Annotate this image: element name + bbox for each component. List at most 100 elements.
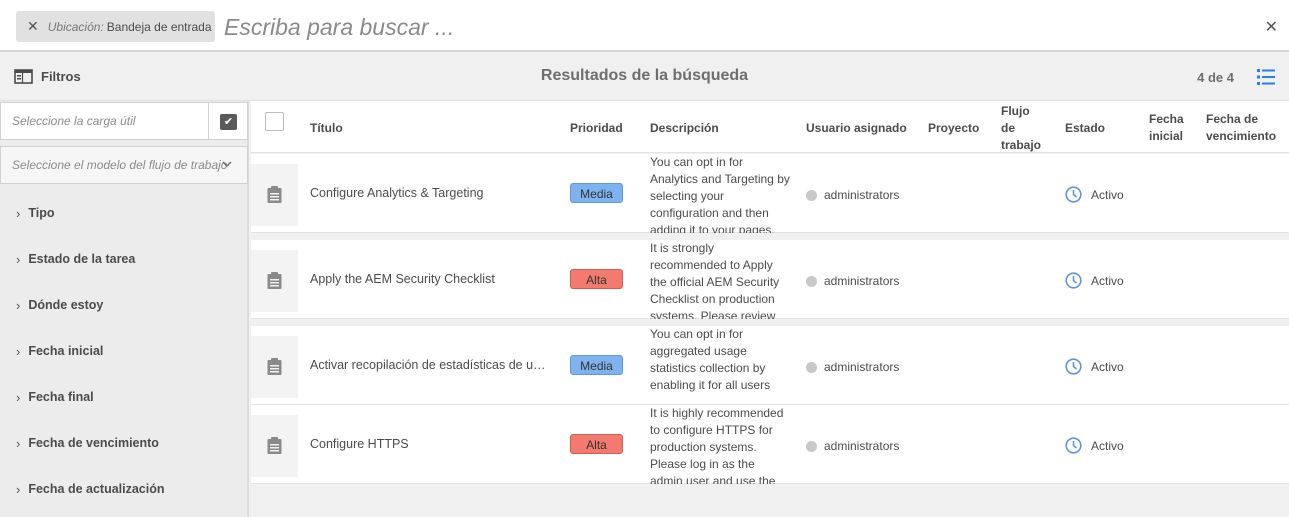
assignee-name: administrators	[824, 360, 900, 374]
chevron-down-icon	[222, 161, 232, 168]
check-icon: ✔	[223, 116, 234, 128]
filter-fecha-inicial[interactable]: › Fecha inicial	[0, 328, 248, 374]
location-value: Bandeja de entrada	[106, 19, 212, 34]
clock-icon	[1065, 186, 1082, 203]
filters-sidebar: ✔ Seleccione el modelo del flujo de trab…	[0, 101, 249, 517]
clock-icon	[1065, 437, 1082, 454]
user-avatar-icon	[806, 189, 817, 201]
filter-fecha-final[interactable]: › Fecha final	[0, 374, 248, 420]
column-header-assignee[interactable]: Usuario asignado	[806, 120, 907, 137]
assignee-name: administrators	[824, 439, 900, 453]
results-count: 4 de 4	[1197, 70, 1234, 85]
table-row[interactable]: Activar recopilación de estadísticas de …	[251, 326, 1289, 405]
column-header-due-date[interactable]: Fecha de vencimiento	[1206, 111, 1276, 145]
filter-tipo[interactable]: › Tipo	[0, 190, 248, 236]
filter-label: Tipo	[28, 206, 55, 220]
clipboard-icon	[267, 186, 282, 203]
workflow-model-placeholder: Seleccione el modelo del flujo de trabaj…	[12, 158, 228, 172]
task-description: You can opt in for Analytics and Targeti…	[650, 155, 790, 233]
column-header-workflow-line: de	[1001, 121, 1016, 135]
priority-badge: Alta	[570, 434, 623, 454]
column-header-due-line: Fecha de	[1206, 112, 1259, 126]
table-row[interactable]: Configure HTTPS Alta It is highly recomm…	[251, 405, 1289, 484]
workflow-model-select[interactable]: Seleccione el modelo del flujo de trabaj…	[0, 146, 248, 184]
chevron-right-icon: ›	[16, 205, 21, 221]
status-label: Activo	[1091, 359, 1124, 374]
filter-estado-tarea[interactable]: › Estado de la tarea	[0, 236, 248, 282]
status: Activo	[1065, 437, 1124, 454]
task-title: Apply the AEM Security Checklist	[310, 272, 495, 286]
chevron-right-icon: ›	[16, 435, 21, 451]
filter-donde-estoy[interactable]: › Dónde estoy	[0, 282, 248, 328]
column-header-due-line: vencimiento	[1206, 129, 1277, 143]
assignee: administrators	[806, 439, 899, 453]
column-header-start-line: Fecha	[1149, 112, 1184, 126]
table-row[interactable]: Apply the AEM Security Checklist Alta It…	[251, 240, 1289, 319]
divider	[208, 103, 209, 139]
results-title: Resultados de la búsqueda	[540, 67, 749, 84]
filter-fecha-actualizacion[interactable]: › Fecha de actualización	[0, 466, 248, 512]
chevron-right-icon: ›	[16, 481, 21, 497]
close-icon[interactable]: ✕	[1265, 17, 1278, 37]
assignee: administrators	[806, 360, 899, 374]
task-thumbnail[interactable]	[251, 164, 298, 226]
column-header-workflow-line: trabajo	[1001, 138, 1042, 152]
task-description: You can opt in for aggregated usage stat…	[650, 327, 771, 392]
filter-fecha-vencimiento[interactable]: › Fecha de vencimiento	[0, 420, 248, 466]
task-thumbnail[interactable]	[251, 336, 298, 398]
table-header: Título Prioridad Descripción Usuario asi…	[251, 101, 1289, 153]
location-tag[interactable]: ✕ Ubicación: Bandeja de entrada	[16, 11, 215, 42]
filter-label: Fecha de vencimiento	[28, 436, 159, 450]
status: Activo	[1065, 272, 1124, 289]
results-table: Título Prioridad Descripción Usuario asi…	[251, 101, 1289, 517]
clipboard-icon	[267, 272, 282, 289]
chevron-right-icon: ›	[16, 389, 21, 405]
column-header-description[interactable]: Descripción	[650, 120, 719, 137]
task-description: It is highly recommended to configure HT…	[650, 406, 784, 484]
payload-select-button[interactable]: ✔	[220, 114, 237, 130]
status-label: Activo	[1091, 187, 1124, 202]
user-avatar-icon	[806, 275, 817, 287]
clock-icon	[1065, 272, 1082, 289]
clipboard-icon	[267, 358, 282, 375]
status-label: Activo	[1091, 273, 1124, 288]
column-header-status[interactable]: Estado	[1065, 120, 1105, 137]
search-input[interactable]	[224, 9, 1244, 45]
task-title: Configure HTTPS	[310, 437, 409, 451]
search-bar: ✕ Ubicación: Bandeja de entrada ✕	[0, 0, 1289, 52]
remove-location-icon[interactable]: ✕	[27, 18, 39, 35]
column-header-priority[interactable]: Prioridad	[570, 120, 623, 137]
assignee: administrators	[806, 274, 899, 288]
location-label: Ubicación:	[47, 19, 104, 34]
priority-badge: Media	[570, 183, 623, 203]
column-header-workflow-line: Flujo	[1001, 104, 1030, 118]
task-thumbnail[interactable]	[251, 250, 298, 312]
task-thumbnail[interactable]	[251, 415, 298, 477]
filter-label: Fecha de actualización	[28, 482, 165, 496]
chevron-right-icon: ›	[16, 251, 21, 267]
status: Activo	[1065, 358, 1124, 375]
assignee-name: administrators	[824, 188, 900, 202]
chevron-right-icon: ›	[16, 297, 21, 313]
filter-label: Dónde estoy	[28, 298, 104, 312]
select-all-checkbox[interactable]	[265, 112, 284, 131]
column-header-start-line: inicial	[1149, 129, 1184, 143]
column-header-workflow[interactable]: Flujo de trabajo	[1001, 103, 1041, 154]
column-header-start-date[interactable]: Fecha inicial	[1149, 111, 1184, 145]
clock-icon	[1065, 358, 1082, 375]
assignee: administrators	[806, 188, 899, 202]
filter-label: Estado de la tarea	[28, 252, 136, 266]
column-header-title[interactable]: Título	[310, 120, 343, 137]
filter-label: Fecha inicial	[28, 344, 104, 358]
list-view-icon[interactable]	[1257, 69, 1275, 88]
column-header-project[interactable]: Proyecto	[928, 120, 979, 137]
chevron-right-icon: ›	[16, 343, 21, 359]
table-row[interactable]: Configure Analytics & Targeting Media Yo…	[251, 154, 1289, 233]
payload-picker: ✔	[0, 102, 248, 140]
payload-input[interactable]	[1, 103, 208, 139]
status: Activo	[1065, 186, 1124, 203]
assignee-name: administrators	[824, 274, 900, 288]
filter-label: Fecha final	[28, 390, 94, 404]
priority-badge: Alta	[570, 269, 623, 289]
user-avatar-icon	[806, 440, 817, 452]
